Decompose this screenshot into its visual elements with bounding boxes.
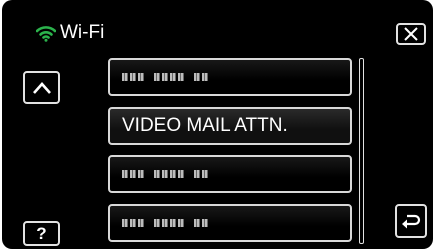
scroll-up-button[interactable] (23, 71, 60, 104)
header: Wi-Fi (36, 18, 104, 48)
chevron-up-icon (32, 81, 51, 94)
close-button[interactable] (396, 23, 426, 45)
wifi-icon (36, 26, 56, 42)
help-label: ? (36, 223, 47, 243)
list-item-masked-1[interactable] (108, 58, 352, 96)
list-item-masked-2[interactable] (108, 155, 352, 193)
masked-text (122, 163, 210, 185)
back-button[interactable] (395, 204, 427, 238)
list-item-label: VIDEO MAIL ATTN. (122, 115, 288, 136)
masked-text (122, 66, 210, 88)
masked-text (122, 212, 210, 234)
camera-screen: Wi-Fi VIDEO MAIL ATTN. ? (2, 0, 433, 249)
return-icon (402, 214, 421, 229)
scrollbar[interactable] (359, 58, 364, 244)
list-item-masked-3[interactable] (108, 204, 352, 242)
header-title: Wi-Fi (60, 22, 105, 43)
list-item-video-mail-attn[interactable]: VIDEO MAIL ATTN. (108, 107, 352, 145)
help-button[interactable]: ? (23, 221, 60, 246)
close-icon (404, 27, 418, 41)
